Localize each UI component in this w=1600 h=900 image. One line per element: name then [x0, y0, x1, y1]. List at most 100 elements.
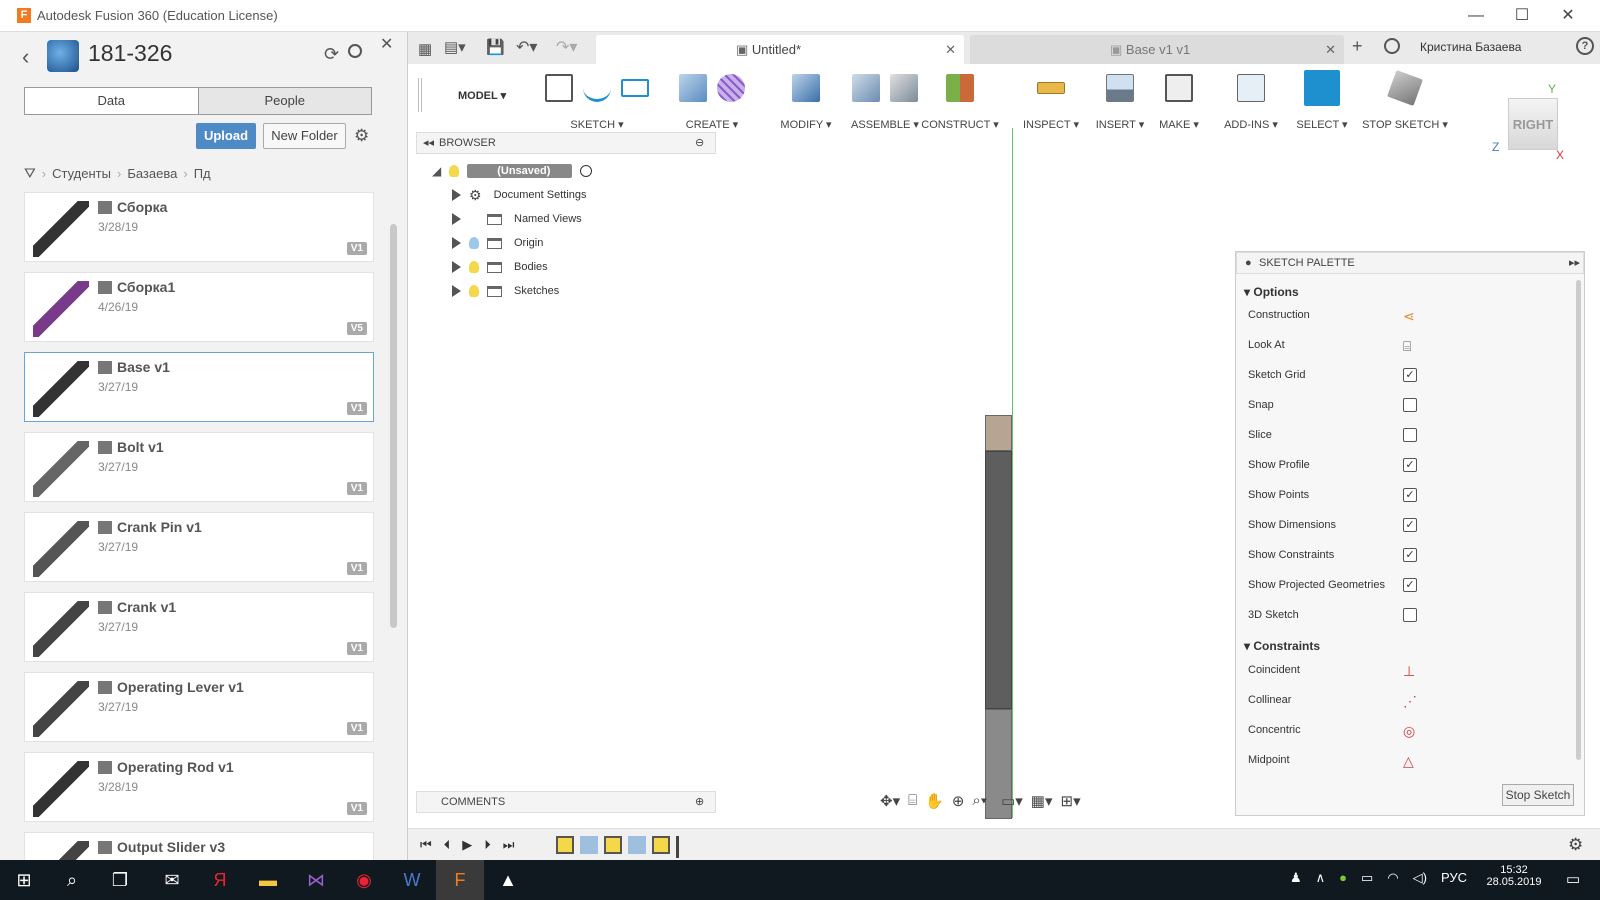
version-badge[interactable]: V1: [346, 802, 367, 815]
task-view-icon[interactable]: ❐: [96, 860, 144, 900]
add-ins-group[interactable]: ADD-INS ▾: [1220, 68, 1282, 131]
browser-node[interactable]: ⚙ Document Settings: [452, 185, 587, 205]
palette-pin-icon[interactable]: ●: [1245, 253, 1252, 273]
option-checkbox[interactable]: ✓: [1403, 368, 1417, 382]
select-group[interactable]: SELECT ▾: [1286, 68, 1358, 131]
visibility-bulb-icon[interactable]: [469, 261, 479, 273]
options-header[interactable]: ▾ Options: [1244, 285, 1299, 299]
expand-arrow-icon[interactable]: [452, 285, 461, 297]
expand-arrow-icon[interactable]: [452, 213, 461, 225]
upload-button[interactable]: Upload: [196, 123, 256, 149]
settings-gear-icon[interactable]: ⚙: [354, 126, 369, 146]
body-main-segment[interactable]: [985, 451, 1012, 709]
start-icon[interactable]: ⊞: [0, 860, 48, 900]
collinear-icon[interactable]: ⋰: [1403, 693, 1417, 709]
comments-bar[interactable]: COMMENTS ⊕: [416, 791, 716, 813]
browser-header[interactable]: ◂◂ BROWSER ⊖: [416, 132, 716, 154]
visibility-bulb-icon[interactable]: [469, 237, 479, 249]
visual-studio-icon[interactable]: ⋈: [292, 860, 340, 900]
go-to-start-icon[interactable]: ⏮: [420, 837, 432, 853]
close-window-button[interactable]: ✕: [1545, 4, 1591, 28]
extrude-icon[interactable]: [679, 74, 707, 102]
version-badge[interactable]: V1: [346, 562, 367, 575]
stop-sketch-button[interactable]: Stop Sketch: [1502, 784, 1574, 806]
file-card[interactable]: Operating Lever v1 3/27/19 V1: [24, 672, 374, 742]
yandex-browser-icon[interactable]: ◉: [340, 860, 388, 900]
minimize-button[interactable]: —: [1453, 4, 1499, 28]
file-card[interactable]: Bolt v1 3/27/19 V1: [24, 432, 374, 502]
file-card[interactable]: Crank Pin v1 3/27/19 V1: [24, 512, 374, 582]
new-folder-button[interactable]: New Folder: [263, 123, 346, 149]
sketch-feature-icon[interactable]: [556, 836, 574, 854]
concentric-icon[interactable]: ◎: [1403, 723, 1417, 739]
redo-icon[interactable]: ↷▾: [556, 37, 577, 57]
fusion-taskbar-icon[interactable]: F: [436, 860, 484, 900]
undo-icon[interactable]: ↶▾: [516, 37, 537, 57]
expand-root-icon[interactable]: ◢: [432, 164, 441, 178]
new-component-icon[interactable]: [852, 74, 880, 102]
option-checkbox[interactable]: ✓: [1403, 458, 1417, 472]
refresh-icon[interactable]: ⟳: [324, 44, 339, 65]
tab-base-v1[interactable]: ▣ Base v1 v1 ✕: [970, 35, 1344, 64]
add-comment-icon[interactable]: ⊕: [695, 792, 704, 812]
make-group[interactable]: MAKE ▾: [1152, 68, 1206, 131]
create-sketch-icon[interactable]: [545, 74, 573, 102]
close-panel-icon[interactable]: ✕: [380, 34, 393, 54]
line-icon[interactable]: [583, 74, 611, 102]
sketch-feature-icon[interactable]: [604, 836, 622, 854]
visibility-bulb-icon[interactable]: [469, 285, 479, 297]
mail-icon[interactable]: ✉: [148, 860, 196, 900]
option-checkbox[interactable]: [1403, 398, 1417, 412]
expand-arrow-icon[interactable]: [452, 261, 461, 273]
word-icon[interactable]: W: [388, 860, 436, 900]
midpoint-icon[interactable]: △: [1403, 753, 1417, 769]
job-status-icon[interactable]: [1384, 38, 1400, 54]
expand-palette-icon[interactable]: ▸▸: [1569, 253, 1580, 273]
expand-arrow-icon[interactable]: [452, 237, 461, 249]
offset-plane-icon[interactable]: [946, 74, 974, 102]
breadcrumb-item[interactable]: Пд: [194, 166, 211, 181]
construct-group[interactable]: CONSTRUCT ▾: [920, 68, 1000, 131]
stop-sketch-icon[interactable]: [1387, 70, 1423, 106]
help-icon[interactable]: ?: [1576, 37, 1594, 55]
inspect-group[interactable]: INSPECT ▾: [1020, 68, 1082, 131]
save-icon[interactable]: 💾: [486, 38, 505, 56]
stop-sketch-group[interactable]: STOP SKETCH ▾: [1362, 68, 1448, 131]
orbit-icon[interactable]: ✥▾: [880, 792, 900, 810]
body-top-segment[interactable]: [985, 415, 1012, 451]
back-arrow-icon[interactable]: ‹: [22, 44, 29, 70]
browser-node[interactable]: Named Views: [452, 209, 582, 229]
option-checkbox[interactable]: ✓: [1403, 578, 1417, 592]
option-checkbox[interactable]: ✓: [1403, 488, 1417, 502]
file-card[interactable]: Сборка 3/28/19 V1: [24, 192, 374, 262]
play-icon[interactable]: ▶: [462, 837, 472, 853]
form-icon[interactable]: [717, 74, 745, 102]
version-badge[interactable]: V1: [346, 402, 367, 415]
coincident-icon[interactable]: ⊥: [1403, 663, 1417, 679]
file-card[interactable]: Сборка1 4/26/19 V5: [24, 272, 374, 342]
tray-chevron-icon[interactable]: ∧: [1316, 870, 1326, 886]
fit-icon[interactable]: ⌕▾: [972, 792, 987, 810]
extrude-feature-icon[interactable]: [628, 836, 646, 854]
insert-group[interactable]: INSERT ▾: [1092, 68, 1148, 131]
pin-icon[interactable]: ⊖: [695, 133, 704, 153]
palette-scrollbar[interactable]: [1576, 280, 1581, 760]
option-checkbox[interactable]: [1403, 608, 1417, 622]
rectangle-icon[interactable]: [621, 79, 649, 97]
step-back-icon[interactable]: ⏴: [444, 837, 451, 853]
display-settings-icon[interactable]: ▭▾: [1001, 792, 1023, 810]
collapse-icon[interactable]: ◂◂: [423, 133, 434, 153]
file-card[interactable]: Operating Rod v1 3/28/19 V1: [24, 752, 374, 822]
zoom-icon[interactable]: ⊕: [952, 792, 965, 810]
explorer-icon[interactable]: ▬: [244, 860, 292, 900]
sketch-feature-icon[interactable]: [652, 836, 670, 854]
constraints-header[interactable]: ▾ Constraints: [1244, 639, 1320, 653]
viewports-icon[interactable]: ⊞▾: [1061, 792, 1081, 810]
option-checkbox[interactable]: [1403, 428, 1417, 442]
constraint-collinear[interactable]: Collinear ⋰: [1248, 685, 1568, 715]
browser-node[interactable]: Origin: [452, 233, 543, 253]
notifications-icon[interactable]: ▭: [1566, 870, 1580, 888]
browser-node[interactable]: Sketches: [452, 281, 559, 301]
palette-header[interactable]: ● SKETCH PALETTE ▸▸: [1236, 252, 1584, 274]
scripts-icon[interactable]: [1237, 74, 1265, 102]
